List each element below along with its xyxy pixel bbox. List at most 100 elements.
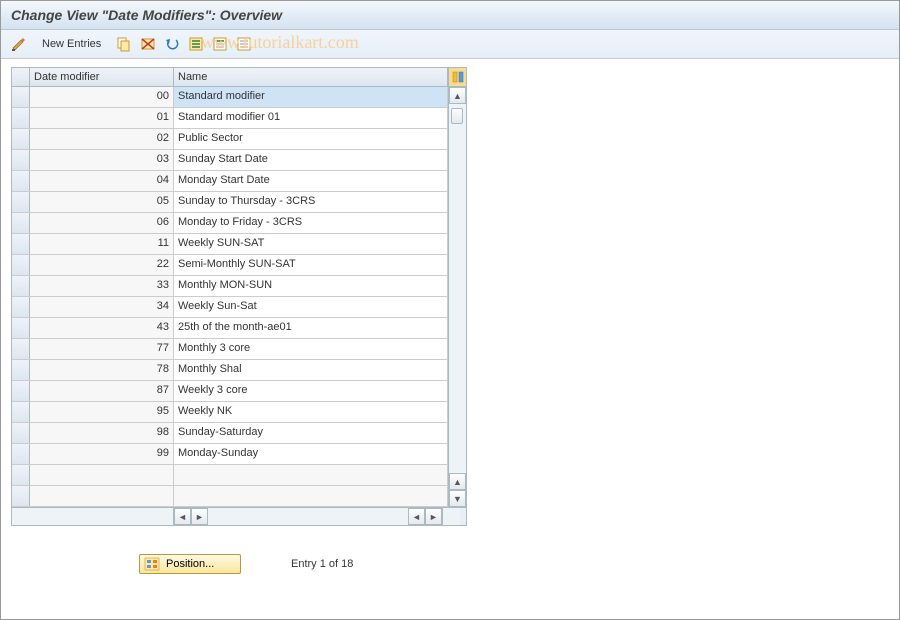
config-columns-icon[interactable]	[448, 68, 466, 86]
cell-name[interactable]: Semi-Monthly SUN-SAT	[174, 255, 448, 275]
table-row[interactable]: 00Standard modifier	[12, 87, 448, 108]
cell-name[interactable]	[174, 465, 448, 485]
cell-date-modifier[interactable]: 87	[30, 381, 174, 401]
scroll-track[interactable]	[449, 104, 466, 473]
delete-icon[interactable]	[138, 34, 158, 54]
cell-name[interactable]: Weekly NK	[174, 402, 448, 422]
cell-name[interactable]: Sunday-Saturday	[174, 423, 448, 443]
row-selector[interactable]	[12, 297, 30, 317]
row-selector[interactable]	[12, 108, 30, 128]
new-entries-button[interactable]: New Entries	[33, 35, 110, 53]
row-selector[interactable]	[12, 234, 30, 254]
cell-date-modifier[interactable]: 04	[30, 171, 174, 191]
deselect-all-icon[interactable]	[234, 34, 254, 54]
row-selector[interactable]	[12, 402, 30, 422]
cell-date-modifier[interactable]: 78	[30, 360, 174, 380]
cell-name[interactable]: Public Sector	[174, 129, 448, 149]
row-selector[interactable]	[12, 213, 30, 233]
table-row[interactable]: 98Sunday-Saturday	[12, 423, 448, 444]
cell-date-modifier[interactable]: 01	[30, 108, 174, 128]
row-selector[interactable]	[12, 171, 30, 191]
row-selector[interactable]	[12, 255, 30, 275]
cell-date-modifier[interactable]: 06	[30, 213, 174, 233]
row-selector[interactable]	[12, 318, 30, 338]
cell-date-modifier[interactable]: 34	[30, 297, 174, 317]
row-selector[interactable]	[12, 465, 30, 485]
row-selector[interactable]	[12, 360, 30, 380]
table-row[interactable]: 02Public Sector	[12, 129, 448, 150]
scroll-left-icon[interactable]: ◄	[174, 508, 191, 525]
row-selector[interactable]	[12, 381, 30, 401]
row-selector[interactable]	[12, 129, 30, 149]
cell-name[interactable]: Monthly Shal	[174, 360, 448, 380]
table-row[interactable]: 03Sunday Start Date	[12, 150, 448, 171]
undo-icon[interactable]	[162, 34, 182, 54]
scroll-down2-icon[interactable]: ▼	[449, 490, 466, 507]
table-row[interactable]: 11Weekly SUN-SAT	[12, 234, 448, 255]
position-button[interactable]: Position...	[139, 554, 241, 574]
scroll-down-icon[interactable]: ▲	[449, 473, 466, 490]
row-selector[interactable]	[12, 339, 30, 359]
table-row[interactable]: 05Sunday to Thursday - 3CRS	[12, 192, 448, 213]
select-all-icon[interactable]	[186, 34, 206, 54]
header-date-modifier[interactable]: Date modifier	[30, 68, 174, 86]
cell-name[interactable]: Weekly 3 core	[174, 381, 448, 401]
header-name[interactable]: Name	[174, 68, 448, 86]
cell-date-modifier[interactable]: 02	[30, 129, 174, 149]
table-row[interactable]: 06Monday to Friday - 3CRS	[12, 213, 448, 234]
copy-icon[interactable]	[114, 34, 134, 54]
header-select-all[interactable]	[12, 68, 30, 86]
cell-name[interactable]: Monday-Sunday	[174, 444, 448, 464]
table-row[interactable]: 04Monday Start Date	[12, 171, 448, 192]
cell-name[interactable]: Monthly MON-SUN	[174, 276, 448, 296]
table-row-empty[interactable]	[12, 465, 448, 486]
vertical-scrollbar[interactable]: ▲ ▲ ▼	[448, 87, 466, 507]
row-selector[interactable]	[12, 87, 30, 107]
scroll-up-icon[interactable]: ▲	[449, 87, 466, 104]
scroll-right2-icon[interactable]: ►	[425, 508, 442, 525]
cell-name[interactable]: Standard modifier 01	[174, 108, 448, 128]
table-row[interactable]: 01Standard modifier 01	[12, 108, 448, 129]
cell-name[interactable]: Standard modifier	[174, 87, 448, 107]
table-row[interactable]: 4325th of the month-ae01	[12, 318, 448, 339]
table-row[interactable]: 22Semi-Monthly SUN-SAT	[12, 255, 448, 276]
cell-name[interactable]	[174, 486, 448, 506]
table-row[interactable]: 78Monthly Shal	[12, 360, 448, 381]
row-selector[interactable]	[12, 276, 30, 296]
table-row[interactable]: 34Weekly Sun-Sat	[12, 297, 448, 318]
cell-name[interactable]: Weekly SUN-SAT	[174, 234, 448, 254]
row-selector[interactable]	[12, 192, 30, 212]
cell-date-modifier[interactable]: 95	[30, 402, 174, 422]
scroll-left2-icon[interactable]: ◄	[408, 508, 425, 525]
cell-date-modifier[interactable]: 03	[30, 150, 174, 170]
cell-date-modifier[interactable]: 43	[30, 318, 174, 338]
cell-date-modifier[interactable]: 11	[30, 234, 174, 254]
cell-date-modifier[interactable]: 22	[30, 255, 174, 275]
cell-date-modifier[interactable]	[30, 465, 174, 485]
cell-date-modifier[interactable]: 98	[30, 423, 174, 443]
cell-date-modifier[interactable]: 33	[30, 276, 174, 296]
cell-name[interactable]: Monthly 3 core	[174, 339, 448, 359]
cell-date-modifier[interactable]: 00	[30, 87, 174, 107]
cell-name[interactable]: Sunday Start Date	[174, 150, 448, 170]
cell-date-modifier[interactable]: 05	[30, 192, 174, 212]
cell-name[interactable]: 25th of the month-ae01	[174, 318, 448, 338]
table-row[interactable]: 95Weekly NK	[12, 402, 448, 423]
row-selector[interactable]	[12, 444, 30, 464]
cell-date-modifier[interactable]: 77	[30, 339, 174, 359]
row-selector[interactable]	[12, 423, 30, 443]
cell-name[interactable]: Weekly Sun-Sat	[174, 297, 448, 317]
cell-date-modifier[interactable]	[30, 486, 174, 506]
scroll-right-icon[interactable]: ►	[191, 508, 208, 525]
cell-name[interactable]: Sunday to Thursday - 3CRS	[174, 192, 448, 212]
cell-name[interactable]: Monday to Friday - 3CRS	[174, 213, 448, 233]
row-selector[interactable]	[12, 486, 30, 506]
cell-date-modifier[interactable]: 99	[30, 444, 174, 464]
toggle-change-icon[interactable]	[9, 34, 29, 54]
horizontal-scrollbar[interactable]: ◄ ► ◄ ►	[12, 507, 466, 525]
hs-track[interactable]	[208, 508, 408, 525]
table-row-empty[interactable]	[12, 486, 448, 507]
cell-name[interactable]: Monday Start Date	[174, 171, 448, 191]
select-block-icon[interactable]	[210, 34, 230, 54]
table-row[interactable]: 99Monday-Sunday	[12, 444, 448, 465]
